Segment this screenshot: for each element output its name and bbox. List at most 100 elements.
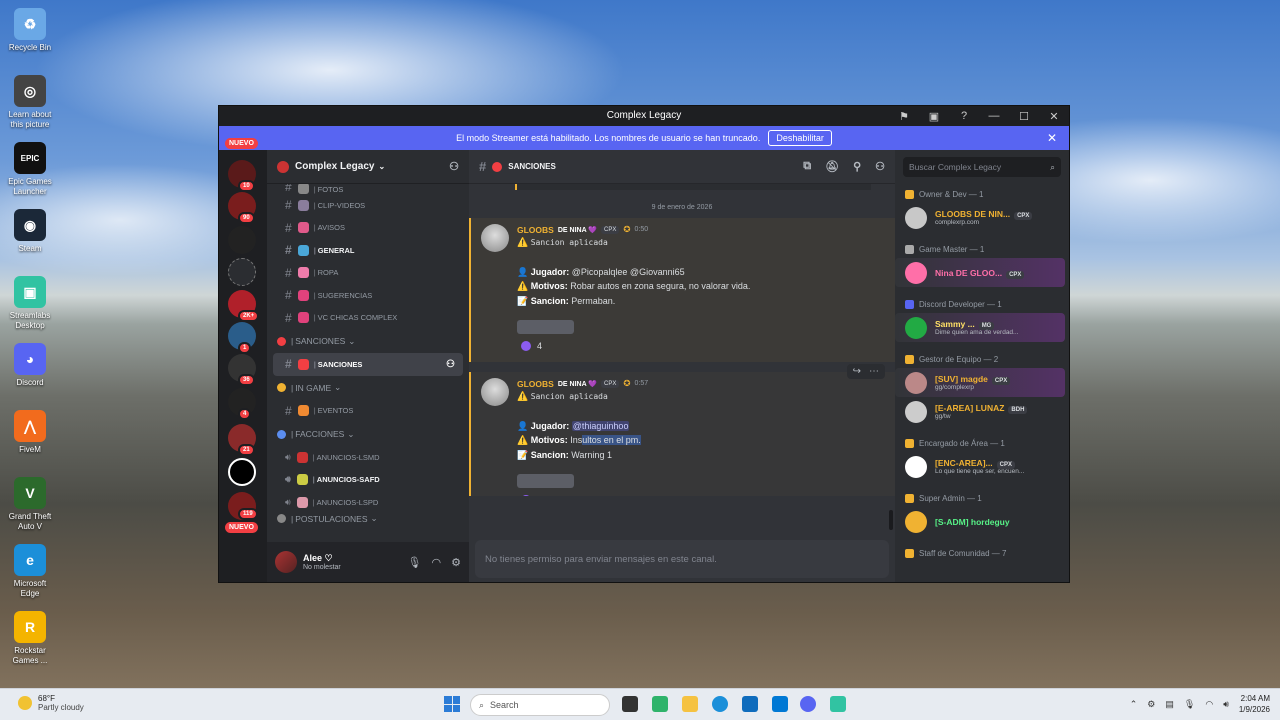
spoiler-block[interactable]: [517, 320, 574, 334]
screen-icon[interactable]: ▣: [919, 106, 949, 126]
discord-taskbar-icon[interactable]: [800, 696, 816, 712]
channel-category[interactable]: | POSTULACIONES ⌄: [267, 514, 469, 524]
weather-widget[interactable]: 68°F Partly cloudy: [18, 694, 84, 712]
avatar[interactable]: [481, 378, 509, 406]
complex-server-icon[interactable]: [228, 458, 256, 486]
server-icon[interactable]: [228, 226, 256, 254]
desktop-icon[interactable]: ◉ Steam: [4, 207, 56, 274]
disable-streamer-button[interactable]: Deshabilitar: [768, 130, 832, 146]
minimize-button[interactable]: —: [979, 106, 1009, 126]
desktop-icon[interactable]: ◕ Discord: [4, 341, 56, 408]
desktop-icon[interactable]: e Microsoft Edge: [4, 542, 56, 609]
username[interactable]: Alee ♡: [303, 553, 341, 564]
reaction[interactable]: 4: [517, 339, 546, 353]
streamlabs-taskbar-icon[interactable]: [830, 696, 846, 712]
clock[interactable]: 2:04 AM 1/9/2026: [1239, 693, 1270, 715]
chevron-up-icon[interactable]: ⌃: [1130, 699, 1138, 710]
channel-item[interactable]: # | GENERAL: [273, 239, 463, 262]
channel-category[interactable]: | IN GAME ⌄: [267, 376, 469, 400]
member-item[interactable]: [E-AREA] LUNAZ BDH gg/tw: [895, 397, 1065, 426]
role-header: Game Master — 1: [895, 240, 1069, 258]
invite-icon[interactable]: ⚇: [446, 359, 455, 370]
pin-icon[interactable]: ⚲: [853, 160, 861, 173]
channel-item[interactable]: # | SANCIONES ⚇: [273, 353, 463, 376]
invite-icon[interactable]: ⚇: [449, 160, 459, 173]
avatar[interactable]: [481, 224, 509, 252]
unread-badge: 119: [238, 508, 258, 520]
channel-item[interactable]: # | EVENTOS: [273, 400, 463, 423]
hash-icon: #: [479, 159, 487, 174]
message[interactable]: ↪ ⋯ GLOOBS DE NINA 💜 CPX ✪ 0:57 ⚠️ Sanci…: [469, 364, 895, 496]
store-icon[interactable]: [742, 696, 758, 712]
channel-header: # SANCIONES ⧉ 🔕︎ ⚲ ⚇: [469, 150, 895, 184]
role-icon: [905, 438, 914, 448]
member-item[interactable]: [S-ADM] hordeguy: [895, 507, 1065, 536]
desktop-icon[interactable]: ◎ Learn about this picture: [4, 73, 56, 140]
inbox-icon[interactable]: ⚑: [889, 106, 919, 126]
channel-item[interactable]: # | CLIP-VIDEOS: [273, 194, 463, 217]
channel-emoji-icon: [296, 451, 308, 463]
mic-icon[interactable]: 🎙︎: [408, 556, 422, 569]
more-icon[interactable]: ⋯: [869, 366, 879, 377]
member-item[interactable]: GLOOBS DE NIN... CPX complexrp.com: [895, 203, 1065, 232]
member-item[interactable]: Sammy ... MG Dime quien ama de verdad...: [895, 313, 1065, 342]
channel-item[interactable]: # | ROPA: [273, 262, 463, 285]
desktop-icon[interactable]: ⋀ FiveM: [4, 408, 56, 475]
jugador-mention[interactable]: @thiaguinhoo: [571, 420, 630, 431]
channel-item[interactable]: 🔊︎ | ANUNCIOS-LSPD: [273, 491, 463, 514]
threads-icon[interactable]: ⧉: [803, 160, 811, 173]
hash-icon: #: [285, 184, 292, 194]
search-input[interactable]: Buscar Complex Legacy ⌕: [903, 157, 1061, 177]
spoiler-block[interactable]: [517, 474, 574, 488]
message-author[interactable]: GLOOBS: [517, 225, 554, 235]
close-button[interactable]: ✕: [1039, 106, 1069, 126]
desktop-icon[interactable]: EPIC Epic Games Launcher: [4, 140, 56, 207]
member-item[interactable]: [SUV] magde CPX gg/complexrp: [895, 368, 1065, 397]
reply-icon[interactable]: ↪: [853, 366, 861, 377]
scrollbar[interactable]: [889, 510, 893, 530]
separator: |: [313, 200, 316, 210]
channel-item[interactable]: 🔊︎ | ANUNCIOS-LSMD: [273, 446, 463, 469]
channel-item[interactable]: # | FOTOS: [273, 184, 463, 194]
channel-item[interactable]: # | AVISOS: [273, 217, 463, 240]
guild-header[interactable]: Complex Legacy ⌄ ⚇: [267, 150, 469, 184]
message-author[interactable]: GLOOBS: [517, 379, 554, 389]
members-icon[interactable]: ⚇: [875, 160, 885, 173]
file-explorer-icon[interactable]: [682, 696, 698, 712]
channel-category[interactable]: | SANCIONES ⌄: [267, 329, 469, 353]
outlook-icon[interactable]: [772, 696, 788, 712]
mute-icon[interactable]: 🔕︎: [825, 160, 839, 173]
mic-icon[interactable]: 🎙︎: [1184, 699, 1195, 710]
tray-app-icon[interactable]: ⚙: [1147, 699, 1155, 710]
maximize-button[interactable]: ☐: [1009, 106, 1039, 126]
close-banner-icon[interactable]: ✕: [1047, 131, 1057, 145]
taskbar-search[interactable]: ⌕ Search: [470, 694, 610, 716]
edge-icon[interactable]: [712, 696, 728, 712]
widgets-icon[interactable]: [652, 696, 668, 712]
loading-server-icon[interactable]: [228, 258, 256, 286]
wifi-icon[interactable]: ◠: [1205, 699, 1213, 710]
channel-item[interactable]: # | VC CHICAS COMPLEX: [273, 307, 463, 330]
category-name: IN GAME: [295, 382, 332, 393]
headphones-icon[interactable]: ◠: [432, 556, 442, 569]
desktop-icon[interactable]: ▣ Streamlabs Desktop: [4, 274, 56, 341]
jugador-value[interactable]: @Picopalqlee @Giovanni65: [572, 267, 685, 277]
network-tray-icon[interactable]: ▤: [1165, 699, 1174, 710]
message[interactable]: GLOOBS DE NINA 💜 CPX ✪ 0:50 ⚠️ Sancion a…: [469, 218, 895, 362]
member-item[interactable]: Nina DE GLOO... CPX: [895, 258, 1065, 287]
avatar[interactable]: [275, 551, 297, 573]
desktop-icon[interactable]: R Rockstar Games ...: [4, 609, 56, 676]
volume-icon[interactable]: 🔊︎: [1223, 699, 1229, 710]
member-item[interactable]: [ENC-AREA]... CPX Lo que tiene que ser, en…: [895, 452, 1065, 481]
task-view-icon[interactable]: [622, 696, 638, 712]
reaction[interactable]: 5: [517, 493, 546, 496]
start-button[interactable]: [444, 696, 460, 712]
channel-item[interactable]: # | SUGERENCIAS: [273, 284, 463, 307]
motivos-label: Motivos:: [530, 281, 568, 291]
desktop-icon[interactable]: V Grand Theft Auto V: [4, 475, 56, 542]
settings-gear-icon[interactable]: ⚙: [451, 556, 461, 569]
channel-category[interactable]: | FACCIONES ⌄: [267, 422, 469, 446]
channel-item[interactable]: 🔊︎ | ANUNCIOS-SAFD: [273, 469, 463, 492]
desktop-icon[interactable]: ♻ Recycle Bin: [4, 6, 56, 73]
help-icon[interactable]: ?: [949, 106, 979, 126]
